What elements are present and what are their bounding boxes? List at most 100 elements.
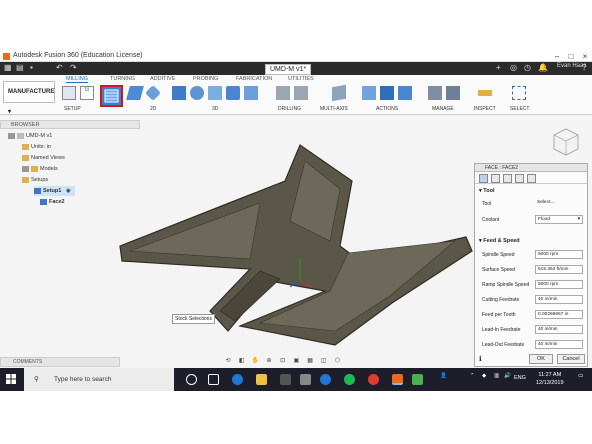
close-button[interactable]: × — [578, 51, 592, 62]
skype-icon[interactable] — [320, 374, 331, 385]
action-center-icon[interactable]: ▭ — [578, 373, 583, 379]
coolant-select[interactable]: Flood ▾ — [535, 215, 583, 224]
viewports-icon[interactable]: ◫ — [318, 357, 330, 364]
taskbar-search-input[interactable]: ⚲ Type here to search — [24, 368, 174, 391]
new-setup-icon[interactable] — [62, 86, 76, 100]
2d-pocket-icon[interactable] — [145, 85, 161, 101]
target-icon[interactable]: ◉ — [66, 188, 71, 194]
select-tool-button[interactable]: Select... — [535, 199, 583, 208]
heights-tab-icon[interactable] — [503, 174, 512, 183]
surface-speed-input[interactable]: 515.353 ft/min — [535, 265, 583, 274]
tab-milling[interactable]: MILLING — [66, 76, 89, 83]
file-explorer-icon[interactable] — [256, 374, 267, 385]
tree-item-face2[interactable]: Face2 — [40, 197, 65, 207]
chrome-icon[interactable] — [368, 374, 379, 385]
windows-start-icon[interactable] — [6, 374, 16, 384]
gcode-icon[interactable]: G — [80, 86, 94, 100]
measure-icon[interactable] — [478, 90, 492, 96]
select-icon[interactable] — [512, 86, 526, 100]
group-setup[interactable]: SETUP — [64, 106, 81, 112]
lead-out-input[interactable]: 40 in/min — [535, 340, 583, 349]
edge-icon[interactable] — [232, 374, 243, 385]
grid-icon[interactable]: ▦ — [304, 357, 316, 364]
tree-item-setups[interactable]: Setups — [22, 175, 48, 185]
viewcube[interactable] — [553, 127, 579, 157]
spotify-icon[interactable] — [344, 374, 355, 385]
group-select[interactable]: SELECT — [510, 106, 529, 112]
3d-parallel-icon[interactable] — [208, 86, 222, 100]
job-status-icon[interactable]: ◷ — [524, 63, 531, 72]
language-indicator[interactable]: ENG — [514, 375, 526, 381]
ramp-spindle-input[interactable]: 5000 rpm — [535, 280, 583, 289]
group-drilling[interactable]: DRILLING — [278, 106, 301, 112]
tool-tab-icon[interactable] — [479, 174, 488, 183]
3d-contour-icon[interactable] — [226, 86, 240, 100]
info-icon[interactable]: ℹ — [479, 355, 482, 363]
help-icon[interactable]: ? — [582, 63, 586, 72]
extensions-icon[interactable]: ◎ — [510, 63, 517, 72]
simulate-icon[interactable] — [362, 86, 376, 100]
3d-pocket-icon[interactable] — [190, 86, 204, 100]
tab-probing[interactable]: PROBING — [193, 76, 218, 82]
eye-icon[interactable] — [22, 165, 29, 172]
undo-icon[interactable]: ↶ — [56, 63, 63, 72]
multi-axis-icon[interactable] — [332, 84, 346, 102]
person-icon[interactable]: 👤 — [440, 373, 447, 379]
linking-tab-icon[interactable] — [527, 174, 536, 183]
fusion-taskbar-icon[interactable] — [392, 374, 403, 385]
feed-per-tooth-input[interactable]: 0.00266667 in — [535, 310, 583, 319]
network-icon[interactable]: ▥ — [494, 373, 499, 379]
m-part-model[interactable] — [100, 141, 480, 361]
simulation-icon[interactable]: ⬡ — [331, 357, 343, 364]
app-grid-icon[interactable]: ▦ — [4, 63, 12, 72]
section-feed[interactable]: ▾ Feed & Speed — [479, 238, 520, 244]
ok-button[interactable]: OK — [529, 354, 553, 364]
3d-adaptive-icon[interactable] — [172, 86, 186, 100]
comments-panel[interactable]: COMMENTS — [0, 357, 120, 367]
geometry-tab-icon[interactable] — [491, 174, 500, 183]
section-tool[interactable]: ▾ Tool — [479, 188, 495, 194]
spindle-speed-input[interactable]: 5000 rpm — [535, 250, 583, 259]
notifications-icon[interactable]: 🔔 — [538, 63, 548, 72]
pan-icon[interactable]: ✋ — [249, 357, 261, 364]
group-multi-axis[interactable]: MULTI-AXIS — [320, 106, 348, 112]
task-view-icon[interactable] — [208, 374, 219, 385]
setup-sheet-icon[interactable] — [398, 86, 412, 100]
tree-item-named-views[interactable]: Named Views — [22, 153, 65, 163]
app2-icon[interactable] — [412, 374, 423, 385]
template-library-icon[interactable] — [446, 86, 460, 100]
display-settings-icon[interactable]: ▣ — [290, 357, 302, 364]
fit-icon[interactable]: ⊡ — [277, 357, 289, 364]
eye-icon[interactable] — [8, 132, 15, 139]
drill-icon[interactable] — [276, 86, 290, 100]
tree-item-units[interactable]: Units: in — [22, 142, 51, 152]
document-tab[interactable]: UMD-M v1* — [265, 64, 495, 75]
dialog-title-bar[interactable]: FACE : FACE2 — [475, 164, 587, 172]
tab-turning[interactable]: TURNING — [110, 76, 135, 82]
passes-tab-icon[interactable] — [515, 174, 524, 183]
taskbar-clock[interactable]: 11:27 AM 12/13/2019 — [536, 371, 564, 387]
show-hidden-icon[interactable]: ⌃ — [470, 373, 475, 379]
tree-item-models[interactable]: Models — [22, 164, 58, 174]
tree-item-setup1[interactable]: Setup1 ◉ — [34, 186, 75, 196]
face-button[interactable] — [100, 85, 123, 107]
look-at-icon[interactable]: ◧ — [236, 357, 248, 364]
app-icon[interactable] — [300, 374, 311, 385]
workspace-dropdown[interactable]: MANUFACTURE ▾ — [3, 81, 55, 115]
cortana-icon[interactable] — [186, 374, 197, 385]
save-icon[interactable]: ▪ — [30, 63, 33, 72]
file-menu-icon[interactable]: ▤ — [16, 63, 24, 72]
tab-utilities[interactable]: UTILITIES — [288, 76, 314, 82]
group-inspect[interactable]: INSPECT — [474, 106, 496, 112]
group-2d[interactable]: 2D — [150, 106, 156, 112]
tab-additive[interactable]: ADDITIVE — [150, 76, 175, 82]
tool-library-icon[interactable] — [428, 86, 442, 100]
tree-item-root[interactable]: UMD-M v1 — [8, 131, 52, 141]
bore-icon[interactable] — [294, 86, 308, 100]
store-icon[interactable] — [280, 374, 291, 385]
lead-in-input[interactable]: 40 in/min — [535, 325, 583, 334]
dropbox-icon[interactable]: ◆ — [482, 373, 486, 379]
3d-scallop-icon[interactable] — [244, 86, 258, 100]
post-process-icon[interactable] — [380, 86, 394, 100]
group-3d[interactable]: 3D — [212, 106, 218, 112]
